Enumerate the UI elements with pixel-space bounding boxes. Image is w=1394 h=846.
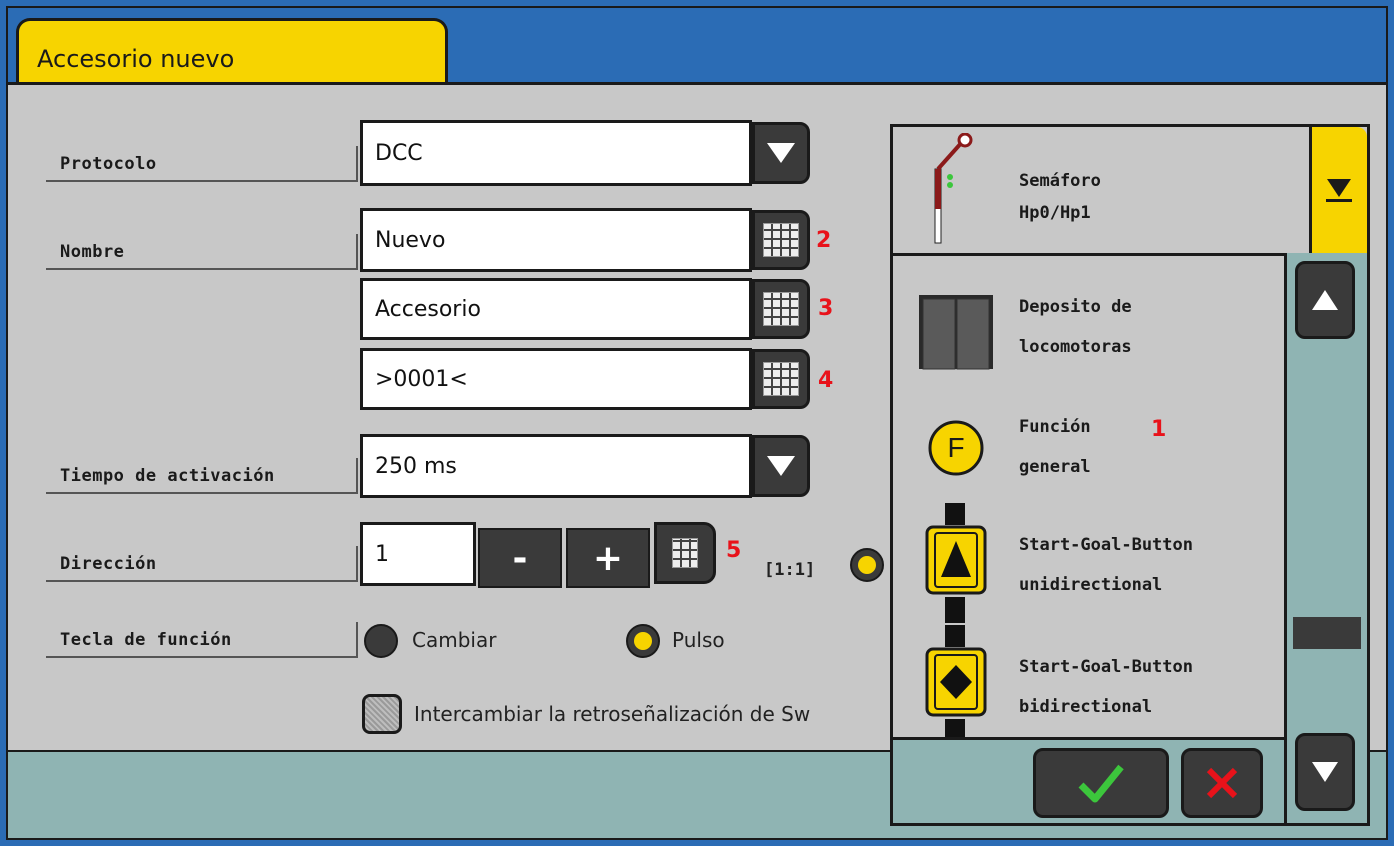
cancel-button[interactable] xyxy=(1181,748,1263,818)
name-line1-input[interactable]: Nuevo xyxy=(360,208,752,272)
list-item-line2: locomotoras xyxy=(1019,337,1132,357)
list-item-line2: unidirectional xyxy=(1019,575,1163,595)
divider xyxy=(356,546,358,582)
svg-text:F: F xyxy=(947,432,964,463)
annotation-3: 3 xyxy=(818,296,834,321)
keyboard-button-2[interactable] xyxy=(752,279,810,339)
keyboard-icon xyxy=(763,362,799,396)
scrollbar-thumb[interactable] xyxy=(1293,617,1361,649)
scroll-down-button[interactable] xyxy=(1295,733,1355,811)
accessory-picker: Semáforo Hp0/Hp1 Deposito de locomotoras xyxy=(890,124,1370,826)
close-icon xyxy=(1206,767,1238,799)
direction-label: Dirección xyxy=(60,554,157,574)
ratio-radio[interactable] xyxy=(850,548,884,582)
activation-time-select[interactable]: 250 ms xyxy=(360,434,752,498)
locomotive-shed-icon xyxy=(919,295,993,370)
divider xyxy=(46,268,358,270)
activation-dropdown-button[interactable] xyxy=(752,435,810,497)
chevron-down-icon xyxy=(767,143,795,163)
direction-input[interactable]: 1 xyxy=(360,522,476,586)
list-item[interactable]: F Función general 1 xyxy=(893,403,1283,503)
semaphore-signal-icon xyxy=(934,133,973,244)
name-label: Nombre xyxy=(60,242,125,262)
function-key-label: Tecla de función xyxy=(60,630,232,650)
ratio-label: [1:1] xyxy=(764,560,816,580)
selected-accessory-line2: Hp0/Hp1 xyxy=(1019,203,1091,223)
keyboard-button-1[interactable] xyxy=(752,210,810,270)
name-line3-input[interactable]: >0001< xyxy=(360,348,752,410)
list-item-line2: general xyxy=(1019,457,1091,477)
divider xyxy=(356,622,358,658)
window-tab: Accesorio nuevo xyxy=(16,18,448,86)
divider xyxy=(46,180,358,182)
scroll-up-button[interactable] xyxy=(1295,261,1355,339)
picker-dropdown-button[interactable] xyxy=(1309,127,1367,253)
checkmark-icon xyxy=(1078,764,1124,803)
keyboard-button-3[interactable] xyxy=(752,349,810,409)
list-item[interactable]: Deposito de locomotoras xyxy=(893,283,1283,383)
annotation-4: 4 xyxy=(818,368,834,393)
switch-radio-label: Cambiar xyxy=(412,628,497,652)
divider xyxy=(356,234,358,270)
picker-action-bar xyxy=(893,737,1287,823)
list-item[interactable]: Start-Goal-Button unidirectional xyxy=(893,503,1283,623)
list-item-line1: Deposito de xyxy=(1019,297,1132,317)
chevron-down-icon xyxy=(1326,178,1352,202)
annotation-2: 2 xyxy=(816,228,832,253)
divider xyxy=(46,580,358,582)
pulse-radio[interactable] xyxy=(626,624,660,658)
window-title: Accesorio nuevo xyxy=(37,45,235,73)
list-item-line2: bidirectional xyxy=(1019,697,1153,717)
protocol-label: Protocolo xyxy=(60,154,157,174)
keypad-button[interactable] xyxy=(654,522,716,584)
start-goal-uni-icon xyxy=(925,503,987,623)
keypad-icon xyxy=(672,538,698,568)
function-f-icon: F xyxy=(928,420,984,476)
list-item[interactable]: Start-Goal-Button bidirectional xyxy=(893,625,1283,737)
list-item-line1: Start-Goal-Button xyxy=(1019,535,1193,555)
list-item-line1: Función xyxy=(1019,417,1091,437)
selected-accessory[interactable]: Semáforo Hp0/Hp1 xyxy=(893,127,1309,256)
increment-button[interactable]: + xyxy=(566,528,650,588)
annotation-1: 1 xyxy=(1151,417,1167,442)
arrow-down-icon xyxy=(1312,762,1338,782)
name-line2-input[interactable]: Accesorio xyxy=(360,278,752,340)
pulse-radio-label: Pulso xyxy=(672,628,725,652)
swap-feedback-label: Intercambiar la retroseñalización de Sw xyxy=(414,702,811,726)
chevron-down-icon xyxy=(767,456,795,476)
accessory-list: Deposito de locomotoras F Función genera… xyxy=(893,253,1287,737)
protocol-select[interactable]: DCC xyxy=(360,120,752,186)
keyboard-icon xyxy=(763,223,799,257)
activation-time-label: Tiempo de activación xyxy=(60,466,275,486)
keyboard-icon xyxy=(763,292,799,326)
protocol-dropdown-button[interactable] xyxy=(752,122,810,184)
decrement-button[interactable]: - xyxy=(478,528,562,588)
divider xyxy=(356,146,358,182)
annotation-5: 5 xyxy=(726,538,742,563)
confirm-button[interactable] xyxy=(1033,748,1169,818)
app-window: Accesorio nuevo Protocolo DCC Nombre Nue… xyxy=(6,6,1388,840)
scrollbar-track[interactable] xyxy=(1287,253,1367,823)
divider xyxy=(46,656,358,658)
start-goal-bi-icon xyxy=(925,625,987,737)
divider xyxy=(46,492,358,494)
switch-radio[interactable] xyxy=(364,624,398,658)
selected-accessory-line1: Semáforo xyxy=(1019,171,1101,191)
divider xyxy=(356,458,358,494)
arrow-up-icon xyxy=(1312,290,1338,310)
swap-feedback-checkbox[interactable] xyxy=(362,694,402,734)
list-item-line1: Start-Goal-Button xyxy=(1019,657,1193,677)
